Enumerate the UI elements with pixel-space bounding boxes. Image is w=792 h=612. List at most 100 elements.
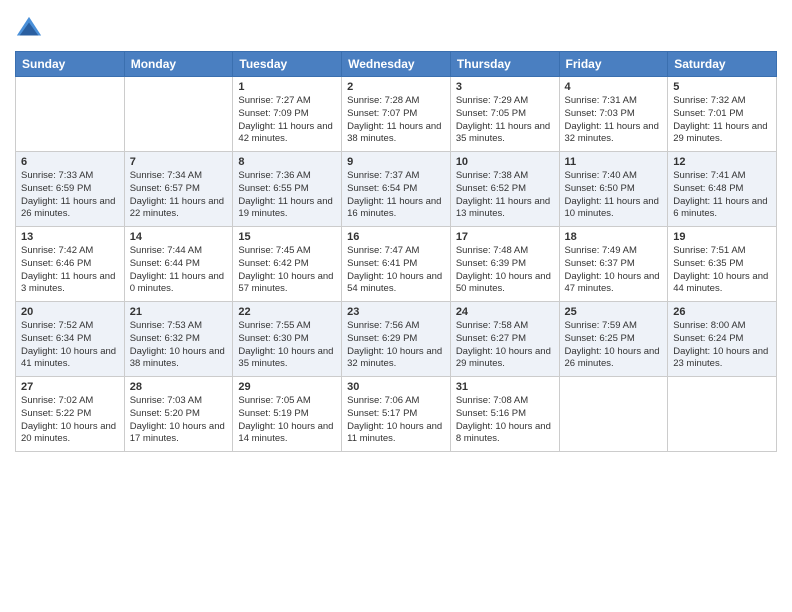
day-number: 14 [130, 231, 228, 243]
calendar-table: SundayMondayTuesdayWednesdayThursdayFrid… [15, 51, 777, 452]
calendar-cell: 15 Sunrise: 7:45 AMSunset: 6:42 PMDayligh… [233, 227, 342, 302]
day-info: Sunrise: 7:02 AMSunset: 5:22 PMDaylight:… [21, 395, 119, 446]
calendar-cell: 21Sunrise: 7:53 AMSunset: 6:32 PMDayligh… [124, 302, 233, 377]
day-number: 21 [130, 306, 228, 318]
day-number: 10 [456, 156, 554, 168]
calendar-week-row: 6 Sunrise: 7:33 AMSunset: 6:59 PMDaylight… [16, 152, 777, 227]
day-info: Sunrise: 7:34 AMSunset: 6:57 PMDaylight:… [130, 170, 228, 221]
calendar-cell [559, 377, 668, 452]
day-number: 23 [347, 306, 445, 318]
day-number: 5 [673, 81, 771, 93]
day-info: Sunrise: 7:37 AMSunset: 6:54 PMDaylight:… [347, 170, 445, 221]
calendar-cell: 16 Sunrise: 7:47 AMSunset: 6:41 PMDayligh… [342, 227, 451, 302]
weekday-header: Tuesday [233, 52, 342, 77]
day-number: 25 [565, 306, 663, 318]
day-number: 11 [565, 156, 663, 168]
day-number: 29 [238, 381, 336, 393]
calendar-cell: 28 Sunrise: 7:03 AMSunset: 5:20 PMDayligh… [124, 377, 233, 452]
day-info: Sunrise: 7:08 AMSunset: 5:16 PMDaylight:… [456, 395, 554, 446]
calendar-cell: 22 Sunrise: 7:55 AMSunset: 6:30 PMDayligh… [233, 302, 342, 377]
day-info: Sunrise: 7:03 AMSunset: 5:20 PMDaylight:… [130, 395, 228, 446]
calendar-week-row: 1 Sunrise: 7:27 AMSunset: 7:09 PMDaylight… [16, 77, 777, 152]
day-number: 4 [565, 81, 663, 93]
calendar-cell [16, 77, 125, 152]
day-info: Sunrise: 7:58 AMSunset: 6:27 PMDaylight:… [456, 320, 554, 371]
day-info: Sunrise: 7:52 AMSunset: 6:34 PMDaylight:… [21, 320, 119, 371]
day-info: Sunrise: 7:33 AMSunset: 6:59 PMDaylight:… [21, 170, 119, 221]
page: SundayMondayTuesdayWednesdayThursdayFrid… [0, 0, 792, 612]
calendar-cell: 6 Sunrise: 7:33 AMSunset: 6:59 PMDaylight… [16, 152, 125, 227]
day-number: 13 [21, 231, 119, 243]
day-info: Sunrise: 8:00 AMSunset: 6:24 PMDaylight:… [673, 320, 771, 371]
day-info: Sunrise: 7:36 AMSunset: 6:55 PMDaylight:… [238, 170, 336, 221]
calendar-cell: 11 Sunrise: 7:40 AMSunset: 6:50 PMDayligh… [559, 152, 668, 227]
day-info: Sunrise: 7:45 AMSunset: 6:42 PMDaylight:… [238, 245, 336, 296]
day-info: Sunrise: 7:28 AMSunset: 7:07 PMDaylight:… [347, 95, 445, 146]
calendar-cell: 14Sunrise: 7:44 AMSunset: 6:44 PMDayligh… [124, 227, 233, 302]
day-number: 3 [456, 81, 554, 93]
weekday-header: Thursday [450, 52, 559, 77]
day-number: 12 [673, 156, 771, 168]
calendar-cell: 31Sunrise: 7:08 AMSunset: 5:16 PMDayligh… [450, 377, 559, 452]
day-info: Sunrise: 7:05 AMSunset: 5:19 PMDaylight:… [238, 395, 336, 446]
calendar-cell: 20Sunrise: 7:52 AMSunset: 6:34 PMDayligh… [16, 302, 125, 377]
day-number: 2 [347, 81, 445, 93]
day-info: Sunrise: 7:32 AMSunset: 7:01 PMDaylight:… [673, 95, 771, 146]
day-info: Sunrise: 7:27 AMSunset: 7:09 PMDaylight:… [238, 95, 336, 146]
calendar-week-row: 20Sunrise: 7:52 AMSunset: 6:34 PMDayligh… [16, 302, 777, 377]
day-info: Sunrise: 7:47 AMSunset: 6:41 PMDaylight:… [347, 245, 445, 296]
calendar-cell: 2 Sunrise: 7:28 AMSunset: 7:07 PMDaylight… [342, 77, 451, 152]
day-number: 30 [347, 381, 445, 393]
day-info: Sunrise: 7:38 AMSunset: 6:52 PMDaylight:… [456, 170, 554, 221]
day-number: 28 [130, 381, 228, 393]
calendar-cell: 25 Sunrise: 7:59 AMSunset: 6:25 PMDayligh… [559, 302, 668, 377]
weekday-header: Friday [559, 52, 668, 77]
calendar-cell: 3Sunrise: 7:29 AMSunset: 7:05 PMDaylight… [450, 77, 559, 152]
calendar-cell: 9 Sunrise: 7:37 AMSunset: 6:54 PMDaylight… [342, 152, 451, 227]
weekday-header: Sunday [16, 52, 125, 77]
calendar-body: 1 Sunrise: 7:27 AMSunset: 7:09 PMDaylight… [16, 77, 777, 452]
weekday-header: Saturday [668, 52, 777, 77]
day-number: 15 [238, 231, 336, 243]
calendar-cell: 30 Sunrise: 7:06 AMSunset: 5:17 PMDayligh… [342, 377, 451, 452]
day-info: Sunrise: 7:56 AMSunset: 6:29 PMDaylight:… [347, 320, 445, 371]
calendar-cell: 5 Sunrise: 7:32 AMSunset: 7:01 PMDaylight… [668, 77, 777, 152]
day-number: 19 [673, 231, 771, 243]
calendar-cell: 13Sunrise: 7:42 AMSunset: 6:46 PMDayligh… [16, 227, 125, 302]
calendar-week-row: 27 Sunrise: 7:02 AMSunset: 5:22 PMDayligh… [16, 377, 777, 452]
day-info: Sunrise: 7:40 AMSunset: 6:50 PMDaylight:… [565, 170, 663, 221]
day-number: 24 [456, 306, 554, 318]
day-number: 17 [456, 231, 554, 243]
calendar-cell: 1 Sunrise: 7:27 AMSunset: 7:09 PMDaylight… [233, 77, 342, 152]
calendar-cell [668, 377, 777, 452]
calendar-cell: 7 Sunrise: 7:34 AMSunset: 6:57 PMDaylight… [124, 152, 233, 227]
logo [15, 15, 46, 43]
day-info: Sunrise: 7:06 AMSunset: 5:17 PMDaylight:… [347, 395, 445, 446]
day-number: 22 [238, 306, 336, 318]
day-info: Sunrise: 7:55 AMSunset: 6:30 PMDaylight:… [238, 320, 336, 371]
day-info: Sunrise: 7:41 AMSunset: 6:48 PMDaylight:… [673, 170, 771, 221]
calendar-cell: 29 Sunrise: 7:05 AMSunset: 5:19 PMDayligh… [233, 377, 342, 452]
calendar-cell: 19Sunrise: 7:51 AMSunset: 6:35 PMDayligh… [668, 227, 777, 302]
logo-icon [15, 15, 43, 43]
day-number: 6 [21, 156, 119, 168]
day-number: 27 [21, 381, 119, 393]
weekday-header: Wednesday [342, 52, 451, 77]
day-info: Sunrise: 7:31 AMSunset: 7:03 PMDaylight:… [565, 95, 663, 146]
calendar-cell [124, 77, 233, 152]
calendar-header: SundayMondayTuesdayWednesdayThursdayFrid… [16, 52, 777, 77]
calendar-cell: 4 Sunrise: 7:31 AMSunset: 7:03 PMDaylight… [559, 77, 668, 152]
calendar-cell: 24 Sunrise: 7:58 AMSunset: 6:27 PMDayligh… [450, 302, 559, 377]
calendar-cell: 26Sunrise: 8:00 AMSunset: 6:24 PMDayligh… [668, 302, 777, 377]
day-number: 1 [238, 81, 336, 93]
day-number: 16 [347, 231, 445, 243]
day-number: 9 [347, 156, 445, 168]
calendar-cell: 27 Sunrise: 7:02 AMSunset: 5:22 PMDayligh… [16, 377, 125, 452]
day-info: Sunrise: 7:48 AMSunset: 6:39 PMDaylight:… [456, 245, 554, 296]
calendar-cell: 8 Sunrise: 7:36 AMSunset: 6:55 PMDaylight… [233, 152, 342, 227]
header [15, 10, 777, 43]
day-info: Sunrise: 7:49 AMSunset: 6:37 PMDaylight:… [565, 245, 663, 296]
day-number: 7 [130, 156, 228, 168]
day-number: 8 [238, 156, 336, 168]
day-info: Sunrise: 7:59 AMSunset: 6:25 PMDaylight:… [565, 320, 663, 371]
